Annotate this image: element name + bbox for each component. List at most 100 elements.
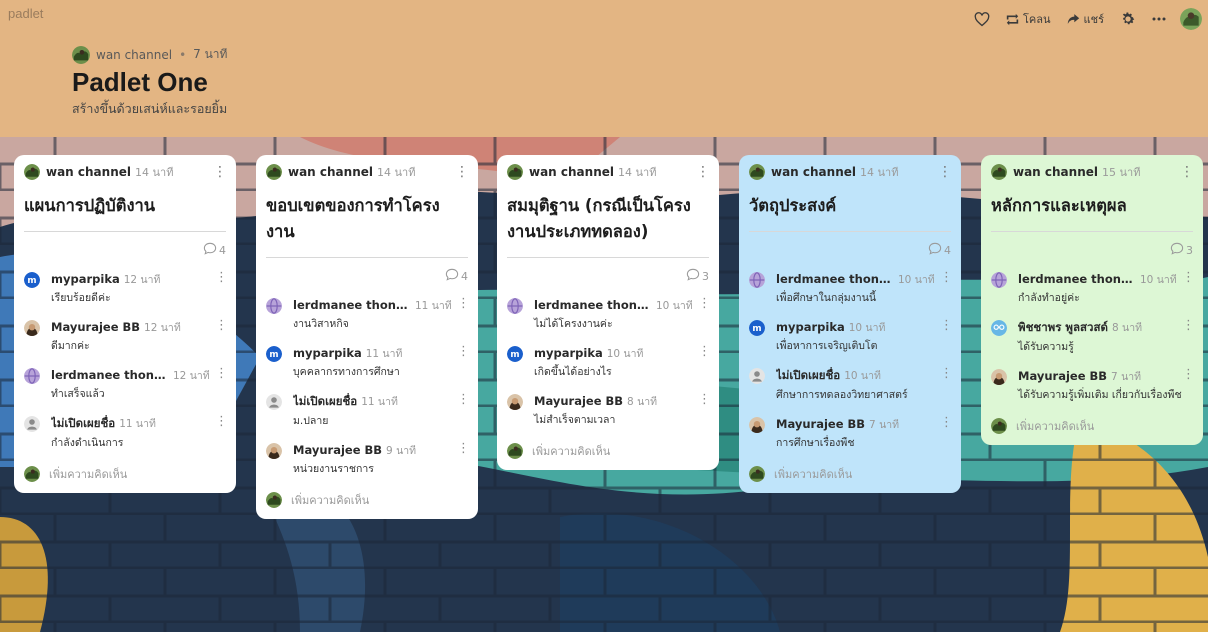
- comment-menu-button[interactable]: ⋮: [940, 271, 953, 284]
- comment-time: 12 นาที: [173, 370, 210, 382]
- clone-button[interactable]: โคลน: [1006, 10, 1051, 28]
- comment-item: Mayurajee BB 7 นาที ได้รับความรู้เพิ่มเติม…: [991, 368, 1195, 403]
- comment-menu-button[interactable]: ⋮: [215, 271, 228, 284]
- comment-menu-button[interactable]: ⋮: [1182, 271, 1195, 284]
- comment-count[interactable]: 4: [266, 268, 468, 284]
- add-comment-input[interactable]: เพิ่มความคิดเห็น: [266, 491, 468, 509]
- comment-menu-button[interactable]: ⋮: [457, 345, 470, 358]
- more-icon: [1152, 17, 1166, 21]
- commenter-avatar: [266, 394, 282, 410]
- commenter-avatar: [749, 417, 765, 433]
- comment-menu-button[interactable]: ⋮: [1182, 368, 1195, 381]
- comment-text: ไม่ได้โครงงานค่ะ: [534, 318, 613, 330]
- comment-item: ไม่เปิดเผยชื่อ 11 นาที กำลังดำเนินการ ⋮: [24, 415, 228, 451]
- share-icon: [1067, 14, 1079, 24]
- comment-time: 10 นาที: [606, 348, 644, 360]
- add-comment-input[interactable]: เพิ่มความคิดเห็น: [24, 465, 226, 483]
- commenter-name: Mayurajee BB: [776, 417, 866, 431]
- user-avatar[interactable]: [1180, 8, 1202, 30]
- comment-item: lerdmanee thong... 11 นาที งานวิสาหกิจ ⋮: [266, 297, 470, 332]
- column[interactable]: wan channel 14 นาที ⋮ แผนการปฏิบัติงาน 4 m myp…: [14, 155, 236, 493]
- column[interactable]: wan channel 15 นาที ⋮ หลักการและเหตุผล 3 lerd…: [981, 155, 1203, 445]
- comment-count[interactable]: 3: [507, 268, 709, 284]
- comment-count-value: 4: [944, 243, 951, 257]
- column-header: wan channel 14 นาที ⋮: [507, 163, 710, 181]
- comment-menu-button[interactable]: ⋮: [940, 319, 953, 332]
- commenter-name: Mayurajee BB: [51, 320, 141, 334]
- column[interactable]: wan channel 14 นาที ⋮ ขอบเขตของการทำโครงงาน…: [256, 155, 478, 519]
- comment-item: m myparpika 10 นาที เพื่อหาการเจริญเติบโต ⋮: [749, 319, 953, 354]
- comment-menu-button[interactable]: ⋮: [1182, 319, 1195, 332]
- commenter-name: myparpika: [293, 346, 362, 360]
- comment-time: 8 นาที: [1112, 322, 1143, 334]
- comment-text: เรียบร้อยดีค่ะ: [51, 292, 111, 304]
- comment-bubble-icon: [1170, 242, 1186, 258]
- comment-menu-button[interactable]: ⋮: [457, 442, 470, 455]
- author-avatar: [266, 164, 282, 180]
- commenter-avatar: [991, 369, 1007, 385]
- column-menu-button[interactable]: ⋮: [696, 165, 710, 179]
- comment-text: กำลังทำอยู่ค่ะ: [1018, 292, 1080, 304]
- comment-time: 10 นาที: [1140, 274, 1177, 286]
- column-author: wan channel: [1013, 165, 1098, 179]
- commenter-name: lerdmanee thong...: [51, 368, 169, 382]
- add-comment-input[interactable]: เพิ่มความคิดเห็น: [749, 465, 951, 483]
- comment-time: 11 นาที: [361, 396, 398, 408]
- clone-label: โคลน: [1023, 13, 1051, 26]
- comment-menu-button[interactable]: ⋮: [940, 416, 953, 429]
- comment-text: ดีมากค่ะ: [51, 340, 90, 352]
- board-author-line: wan channel • 7 นาที: [72, 45, 227, 64]
- comment-menu-button[interactable]: ⋮: [698, 297, 711, 310]
- comment-bubble-icon: [686, 268, 702, 284]
- heart-button[interactable]: [974, 11, 990, 27]
- comment-menu-button[interactable]: ⋮: [698, 345, 711, 358]
- column-title: แผนการปฏิบัติงาน: [24, 196, 156, 215]
- column-menu-button[interactable]: ⋮: [213, 165, 227, 179]
- comment-time: 10 นาที: [656, 300, 693, 312]
- comment-bubble-icon: [445, 268, 461, 284]
- comment-time: 11 นาที: [365, 348, 403, 360]
- settings-button[interactable]: [1120, 11, 1136, 27]
- comment-menu-button[interactable]: ⋮: [215, 415, 228, 428]
- comment-count[interactable]: 4: [749, 242, 951, 258]
- column-menu-button[interactable]: ⋮: [455, 165, 469, 179]
- comment-menu-button[interactable]: ⋮: [457, 393, 470, 406]
- add-comment-input[interactable]: เพิ่มความคิดเห็น: [507, 442, 709, 460]
- commenter-avatar: [266, 298, 282, 314]
- comment-menu-button[interactable]: ⋮: [215, 319, 228, 332]
- column-time: 14 นาที: [377, 166, 416, 179]
- clone-icon: [1006, 13, 1019, 25]
- comment-item: lerdmanee thong... 10 นาที เพื่อศึกษาในกลุ…: [749, 271, 953, 306]
- column[interactable]: wan channel 14 นาที ⋮ วัตถุประสงค์ 4 lerdmane…: [739, 155, 961, 493]
- comment-item: ไม่เปิดเผยชื่อ 11 นาที ม.ปลาย ⋮: [266, 393, 470, 429]
- comment-text: งานวิสาหกิจ: [293, 318, 349, 330]
- comment-menu-button[interactable]: ⋮: [215, 367, 228, 380]
- column-menu-button[interactable]: ⋮: [1180, 165, 1194, 179]
- commenter-name: พิชชาพร พูลสวสด์: [1018, 320, 1109, 334]
- comment-text: การศึกษาเรื่องพืช: [776, 437, 855, 449]
- comment-time: 10 นาที: [844, 370, 881, 382]
- comment-count[interactable]: 3: [991, 242, 1193, 258]
- column[interactable]: wan channel 14 นาที ⋮ สมมุติฐาน (กรณีเป็นโค…: [497, 155, 719, 470]
- share-button[interactable]: แชร์: [1067, 10, 1104, 28]
- comment-text: หน่วยงานราชการ: [293, 463, 374, 475]
- column-menu-button[interactable]: ⋮: [938, 165, 952, 179]
- commenter-avatar: [991, 320, 1007, 336]
- board-author-name: wan channel: [96, 47, 173, 62]
- comment-menu-button[interactable]: ⋮: [457, 297, 470, 310]
- comment-menu-button[interactable]: ⋮: [940, 367, 953, 380]
- comment-menu-button[interactable]: ⋮: [698, 393, 711, 406]
- comment-count[interactable]: 4: [24, 242, 226, 258]
- comment-item: Mayurajee BB 9 นาที หน่วยงานราชการ ⋮: [266, 442, 470, 477]
- column-author: wan channel: [771, 165, 856, 179]
- padlet-logo[interactable]: padlet: [8, 6, 43, 21]
- divider: [24, 231, 226, 232]
- comment-time: 8 นาที: [627, 396, 658, 408]
- commenter-avatar: m: [266, 346, 282, 362]
- author-avatar: [749, 164, 765, 180]
- more-button[interactable]: [1152, 17, 1166, 21]
- column-author: wan channel: [288, 165, 373, 179]
- commenter-name: Mayurajee BB: [293, 443, 383, 457]
- add-comment-input[interactable]: เพิ่มความคิดเห็น: [991, 417, 1193, 435]
- share-label: แชร์: [1083, 13, 1104, 26]
